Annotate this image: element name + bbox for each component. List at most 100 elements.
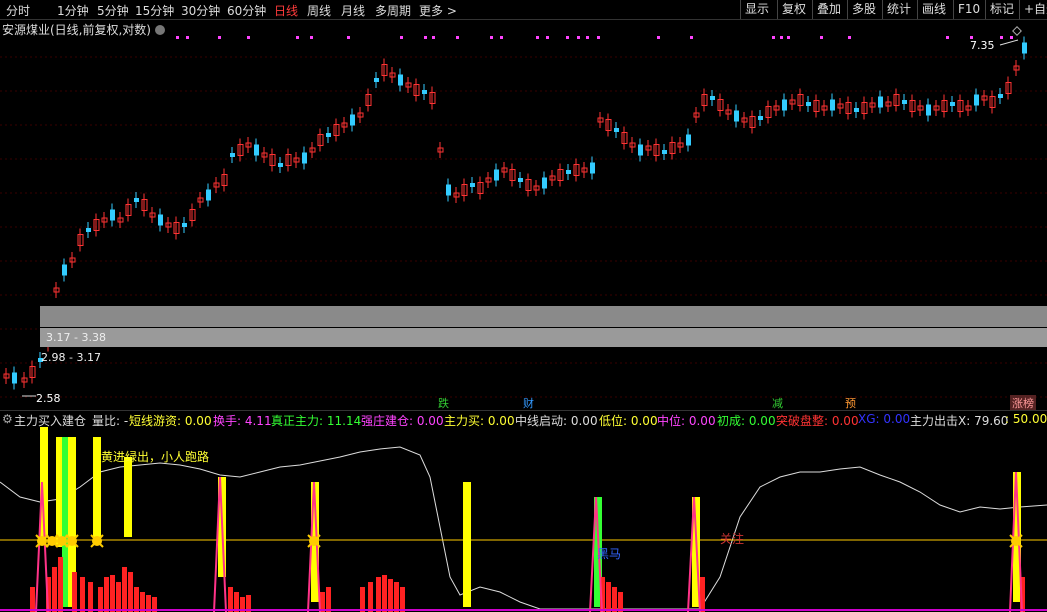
candle-body — [542, 177, 547, 189]
period-tab-multi[interactable]: 多周期 — [375, 2, 411, 19]
signal-column — [463, 482, 471, 607]
candlestick-chart[interactable] — [0, 20, 1047, 410]
signal-dot — [586, 36, 589, 39]
candle-body — [710, 96, 715, 100]
price-band-lower-shade — [40, 328, 1047, 347]
candle-body — [590, 162, 595, 174]
signal-dot — [780, 36, 783, 39]
indicator-settings-icon[interactable]: ⚙ — [2, 412, 13, 426]
volume-bar — [376, 577, 381, 612]
overlay-button[interactable]: 叠加 — [812, 0, 845, 19]
guanzhu-label: 关注 — [720, 532, 745, 546]
candle-body — [1022, 42, 1027, 54]
candle-body — [998, 94, 1003, 98]
signal-dot — [772, 36, 775, 39]
candle-body — [206, 189, 211, 201]
mark-button[interactable]: 标记 — [985, 0, 1018, 19]
signal-dot — [657, 36, 660, 39]
stats-button[interactable]: 统计 — [882, 0, 915, 19]
f10-button[interactable]: F10 — [953, 0, 984, 19]
candle-body — [158, 214, 163, 226]
event-mark-jian[interactable]: 减 — [770, 395, 785, 411]
candle-body — [12, 372, 17, 384]
volume-bar — [394, 582, 399, 612]
signal-dot — [310, 36, 313, 39]
signal-dot — [577, 36, 580, 39]
runner-icon — [55, 534, 69, 548]
signal-dot — [247, 36, 250, 39]
signal-dot — [456, 36, 459, 39]
candle-body — [638, 144, 643, 156]
volume-bar — [128, 572, 133, 612]
candle-body — [878, 96, 883, 108]
period-tab-daily[interactable]: 日线 — [274, 2, 298, 19]
runner-icon — [35, 534, 49, 548]
signal-dot — [347, 36, 350, 39]
diamond-icon — [1012, 26, 1022, 36]
runner-icon — [65, 534, 79, 548]
candle-body — [326, 133, 331, 137]
runner-icon — [307, 534, 321, 548]
volume-bar — [80, 577, 85, 612]
volume-bar — [228, 587, 233, 612]
display-button[interactable]: 显示 — [740, 0, 773, 19]
low-price-label: 2.58 — [36, 392, 61, 405]
period-tab-more[interactable]: 更多 > — [419, 2, 457, 19]
volume-bar — [122, 567, 127, 612]
indicator-item: : 50.00 — [1005, 412, 1047, 426]
signal-dot — [176, 36, 179, 39]
period-tab-30min[interactable]: 30分钟 — [181, 2, 220, 19]
signal-dot — [400, 36, 403, 39]
candle-body — [110, 209, 115, 221]
volume-bar — [606, 582, 611, 612]
period-tab-60min[interactable]: 60分钟 — [227, 2, 266, 19]
event-mark-zhangbang[interactable]: 涨榜 — [1010, 395, 1036, 411]
candle-body — [422, 90, 427, 94]
add-watchlist-button[interactable]: +自选 — [1019, 0, 1047, 19]
candle-body — [350, 114, 355, 126]
candle-body — [446, 184, 451, 196]
period-tab-5min[interactable]: 5分钟 — [97, 2, 129, 19]
adjust-button[interactable]: 复权 — [777, 0, 810, 19]
signal-dot — [1000, 36, 1003, 39]
multi-stock-button[interactable]: 多股 — [847, 0, 880, 19]
draw-line-button[interactable]: 画线 — [917, 0, 950, 19]
indicator-item: XG: 0.00 — [858, 412, 911, 426]
candle-body — [806, 102, 811, 106]
period-tab-15min[interactable]: 15分钟 — [135, 2, 174, 19]
heima-label: 黑马 — [597, 547, 622, 561]
volume-bar — [400, 587, 405, 612]
volume-bar — [52, 567, 57, 612]
signal-dot — [546, 36, 549, 39]
high-price-pointer — [999, 39, 1019, 46]
event-mark-die[interactable]: 跌 — [436, 395, 451, 411]
candle-body — [974, 94, 979, 106]
annotation-text: 黄进绿出，小人跑路 — [101, 450, 210, 464]
candle-body — [686, 134, 691, 146]
candle-body — [734, 110, 739, 122]
candle-body — [758, 116, 763, 120]
event-mark-cai[interactable]: 财 — [521, 395, 536, 411]
runner-icon — [45, 534, 59, 548]
event-mark-yu[interactable]: 预 — [843, 395, 858, 411]
period-tab-weekly[interactable]: 周线 — [307, 2, 331, 19]
candle-body — [566, 170, 571, 174]
period-tab-1min[interactable]: 1分钟 — [57, 2, 89, 19]
candle-body — [854, 108, 859, 112]
candle-body — [782, 99, 787, 111]
candle-body — [230, 153, 235, 157]
candle-body — [950, 102, 955, 106]
period-tab-fenshi[interactable]: 分时 — [6, 2, 30, 19]
candle-body — [926, 104, 931, 116]
period-tab-monthly[interactable]: 月线 — [341, 2, 365, 19]
volume-bar — [368, 582, 373, 612]
signal-dot — [296, 36, 299, 39]
runner-icon — [90, 534, 104, 548]
period-toolbar: 分时 1分钟 5分钟 15分钟 30分钟 60分钟 日线 周线 月线 多周期 更… — [0, 0, 1047, 20]
candle-body — [134, 198, 139, 202]
candle-body — [374, 78, 379, 82]
volume-bar — [110, 575, 115, 612]
signal-dot — [946, 36, 949, 39]
candle-body — [254, 144, 259, 156]
candle-body — [830, 99, 835, 111]
